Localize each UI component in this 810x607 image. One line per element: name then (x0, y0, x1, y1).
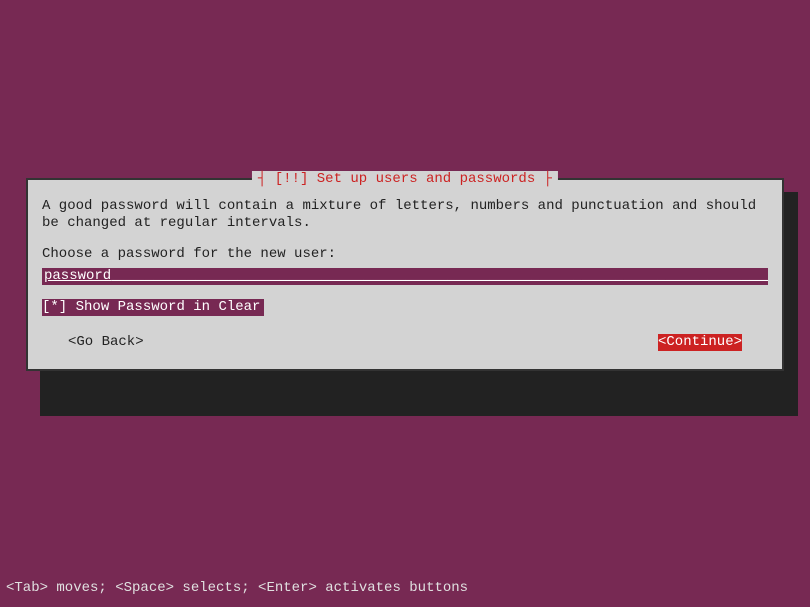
button-row: <Go Back> <Continue> (42, 334, 768, 351)
installer-dialog: ┤ [!!] Set up users and passwords ├ A go… (26, 178, 784, 371)
input-underline-fill: ________________________________________… (111, 268, 768, 284)
checkbox-mark: [*] (42, 299, 67, 315)
dialog-title: ┤ [!!] Set up users and passwords ├ (252, 171, 558, 188)
dialog-description: A good password will contain a mixture o… (42, 198, 768, 232)
show-password-checkbox[interactable]: [*] Show Password in Clear (42, 299, 264, 316)
go-back-button[interactable]: <Go Back> (68, 334, 144, 351)
keyboard-hint-footer: <Tab> moves; <Space> selects; <Enter> ac… (6, 580, 468, 597)
checkbox-label: Show Password in Clear (76, 299, 261, 315)
password-input[interactable]: password________________________________… (42, 268, 768, 285)
dialog-title-text: [!!] Set up users and passwords (275, 171, 535, 187)
continue-button[interactable]: <Continue> (658, 334, 742, 351)
password-prompt: Choose a password for the new user: (42, 246, 768, 263)
password-value: password (44, 268, 111, 284)
dialog-box: ┤ [!!] Set up users and passwords ├ A go… (26, 178, 784, 371)
